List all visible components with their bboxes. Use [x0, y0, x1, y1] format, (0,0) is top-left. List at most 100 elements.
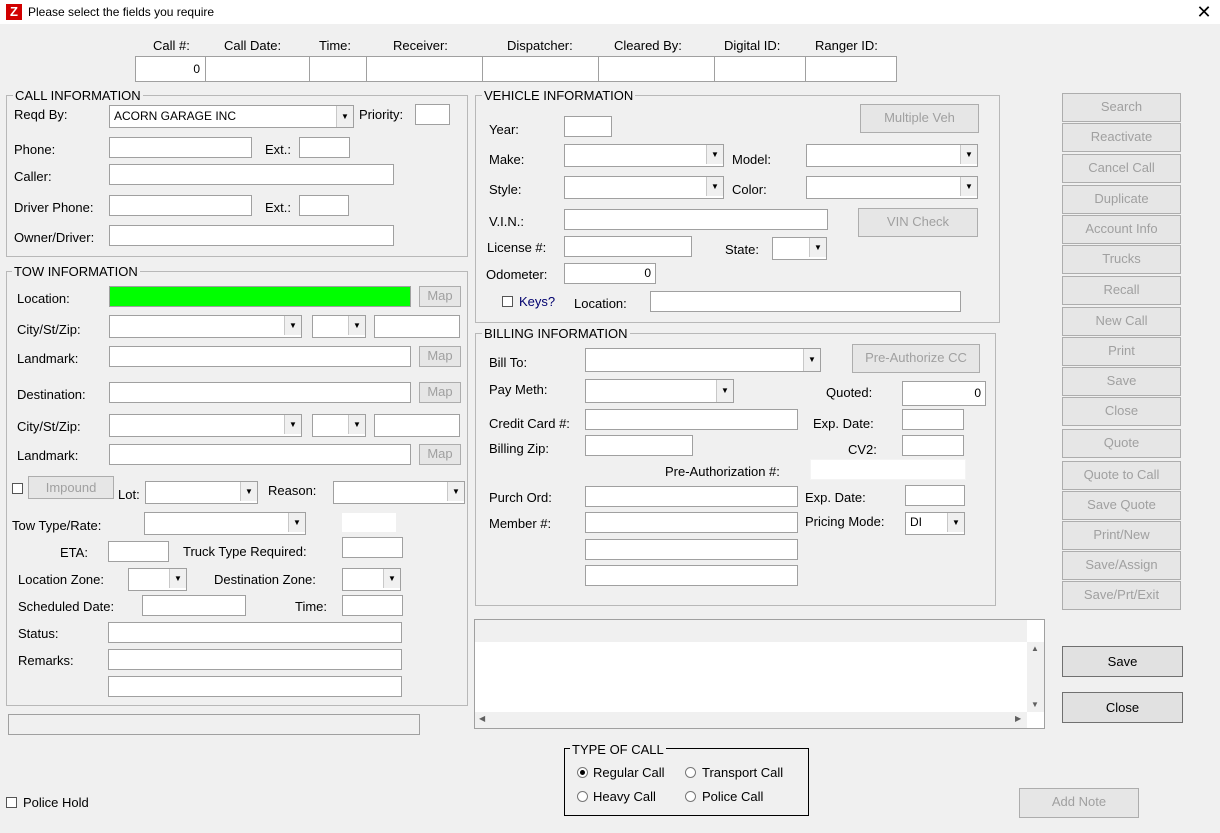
status-field[interactable] [108, 622, 402, 643]
side-button-account-info[interactable]: Account Info [1062, 215, 1181, 244]
side-button-new-call[interactable]: New Call [1062, 307, 1181, 336]
destination-zip-field[interactable] [374, 414, 460, 437]
destination-map-button[interactable]: Map [419, 382, 461, 403]
priority-field[interactable] [415, 104, 450, 125]
owner-driver-field[interactable] [109, 225, 394, 246]
pre-authorize-cc-button[interactable]: Pre-Authorize CC [852, 344, 980, 373]
reqd-by-select[interactable]: ACORN GARAGE INC ▼ [109, 105, 354, 128]
save-button[interactable]: Save [1062, 646, 1183, 677]
regular-call-radio[interactable] [577, 767, 588, 778]
phone-field[interactable] [109, 137, 252, 158]
billing-extra2-field[interactable] [585, 565, 798, 586]
remarks2-field[interactable] [108, 676, 402, 697]
close-button[interactable]: Close [1062, 692, 1183, 723]
destination-state-select[interactable]: ▼ [312, 414, 366, 437]
landmark2-field[interactable] [109, 444, 411, 465]
cv2-field[interactable] [902, 435, 964, 456]
make-select[interactable]: ▼ [564, 144, 724, 167]
model-select[interactable]: ▼ [806, 144, 978, 167]
odometer-field[interactable]: 0 [564, 263, 656, 284]
call-number-field[interactable]: 0 [135, 56, 206, 82]
chevron-down-icon[interactable]: ▼ [284, 316, 301, 335]
chevron-down-icon[interactable]: ▼ [383, 569, 400, 588]
chevron-down-icon[interactable]: ▼ [947, 513, 964, 532]
horizontal-scrollbar[interactable]: ◀ ▶ [475, 712, 1027, 728]
scroll-down-icon[interactable]: ▼ [1031, 700, 1039, 709]
truck-type-field[interactable] [342, 537, 403, 558]
credit-card-field[interactable] [585, 409, 798, 430]
location-field[interactable] [109, 286, 411, 307]
call-date-field[interactable] [205, 56, 310, 82]
ext2-field[interactable] [299, 195, 349, 216]
scroll-left-icon[interactable]: ◀ [479, 714, 485, 723]
transport-call-radio[interactable] [685, 767, 696, 778]
chevron-down-icon[interactable]: ▼ [706, 177, 723, 196]
reason-select[interactable]: ▼ [333, 481, 465, 504]
keys-location-field[interactable] [650, 291, 961, 312]
exp-date-field[interactable] [902, 409, 964, 430]
vehicle-state-select[interactable]: ▼ [772, 237, 827, 260]
time-field[interactable] [309, 56, 367, 82]
impound-checkbox[interactable] [12, 483, 23, 494]
landmark-map-button[interactable]: Map [419, 346, 461, 367]
side-button-save-prt-exit[interactable]: Save/Prt/Exit [1062, 581, 1181, 610]
scroll-right-icon[interactable]: ▶ [1015, 714, 1021, 723]
impound-button[interactable]: Impound [28, 476, 114, 499]
landmark-field[interactable] [109, 346, 411, 367]
multiple-veh-button[interactable]: Multiple Veh [860, 104, 979, 133]
side-button-save-assign[interactable]: Save/Assign [1062, 551, 1181, 580]
landmark2-map-button[interactable]: Map [419, 444, 461, 465]
side-button-duplicate[interactable]: Duplicate [1062, 185, 1181, 214]
side-button-search[interactable]: Search [1062, 93, 1181, 122]
police-call-radio[interactable] [685, 791, 696, 802]
pay-meth-select[interactable]: ▼ [585, 379, 734, 403]
chevron-down-icon[interactable]: ▼ [288, 513, 305, 532]
police-hold-checkbox[interactable] [6, 797, 17, 808]
purch-ord-field[interactable] [585, 486, 798, 507]
year-field[interactable] [564, 116, 612, 137]
chevron-down-icon[interactable]: ▼ [348, 415, 365, 434]
keys-checkbox[interactable] [502, 296, 513, 307]
billing-zip-field[interactable] [585, 435, 693, 456]
side-button-quote[interactable]: Quote [1062, 429, 1181, 458]
digital-id-field[interactable] [714, 56, 806, 82]
chevron-down-icon[interactable]: ▼ [809, 238, 826, 257]
chevron-down-icon[interactable]: ▼ [960, 177, 977, 196]
tow-type-select[interactable]: ▼ [144, 512, 306, 535]
remarks-field[interactable] [108, 649, 402, 670]
chevron-down-icon[interactable]: ▼ [336, 106, 353, 127]
bill-to-select[interactable]: ▼ [585, 348, 821, 372]
receiver-field[interactable] [366, 56, 483, 82]
ext-field[interactable] [299, 137, 350, 158]
zip-field[interactable] [374, 315, 460, 338]
lot-select[interactable]: ▼ [145, 481, 258, 504]
chevron-down-icon[interactable]: ▼ [803, 349, 820, 371]
color-select[interactable]: ▼ [806, 176, 978, 199]
side-button-save-quote[interactable]: Save Quote [1062, 491, 1181, 520]
window-close-icon[interactable]: ✕ [1192, 1, 1216, 23]
location-zone-select[interactable]: ▼ [128, 568, 187, 591]
side-button-save[interactable]: Save [1062, 367, 1181, 396]
scheduled-time-field[interactable] [342, 595, 403, 616]
state-select[interactable]: ▼ [312, 315, 366, 338]
side-button-trucks[interactable]: Trucks [1062, 245, 1181, 274]
side-button-reactivate[interactable]: Reactivate [1062, 123, 1181, 152]
driver-phone-field[interactable] [109, 195, 252, 216]
chevron-down-icon[interactable]: ▼ [284, 415, 301, 434]
add-note-button[interactable]: Add Note [1019, 788, 1139, 818]
vin-check-button[interactable]: VIN Check [858, 208, 978, 237]
chevron-down-icon[interactable]: ▼ [960, 145, 977, 164]
eta-field[interactable] [108, 541, 169, 562]
pre-authorization-number-field[interactable] [810, 459, 966, 480]
rate-field[interactable] [341, 512, 397, 533]
city-select[interactable]: ▼ [109, 315, 302, 338]
ranger-id-field[interactable] [805, 56, 897, 82]
side-button-recall[interactable]: Recall [1062, 276, 1181, 305]
side-button-print-new[interactable]: Print/New [1062, 521, 1181, 550]
chevron-down-icon[interactable]: ▼ [169, 569, 186, 588]
pricing-mode-select[interactable]: DI ▼ [905, 512, 965, 535]
chevron-down-icon[interactable]: ▼ [706, 145, 723, 164]
side-button-cancel-call[interactable]: Cancel Call [1062, 154, 1181, 183]
exp-date2-field[interactable] [905, 485, 965, 506]
location-map-button[interactable]: Map [419, 286, 461, 307]
